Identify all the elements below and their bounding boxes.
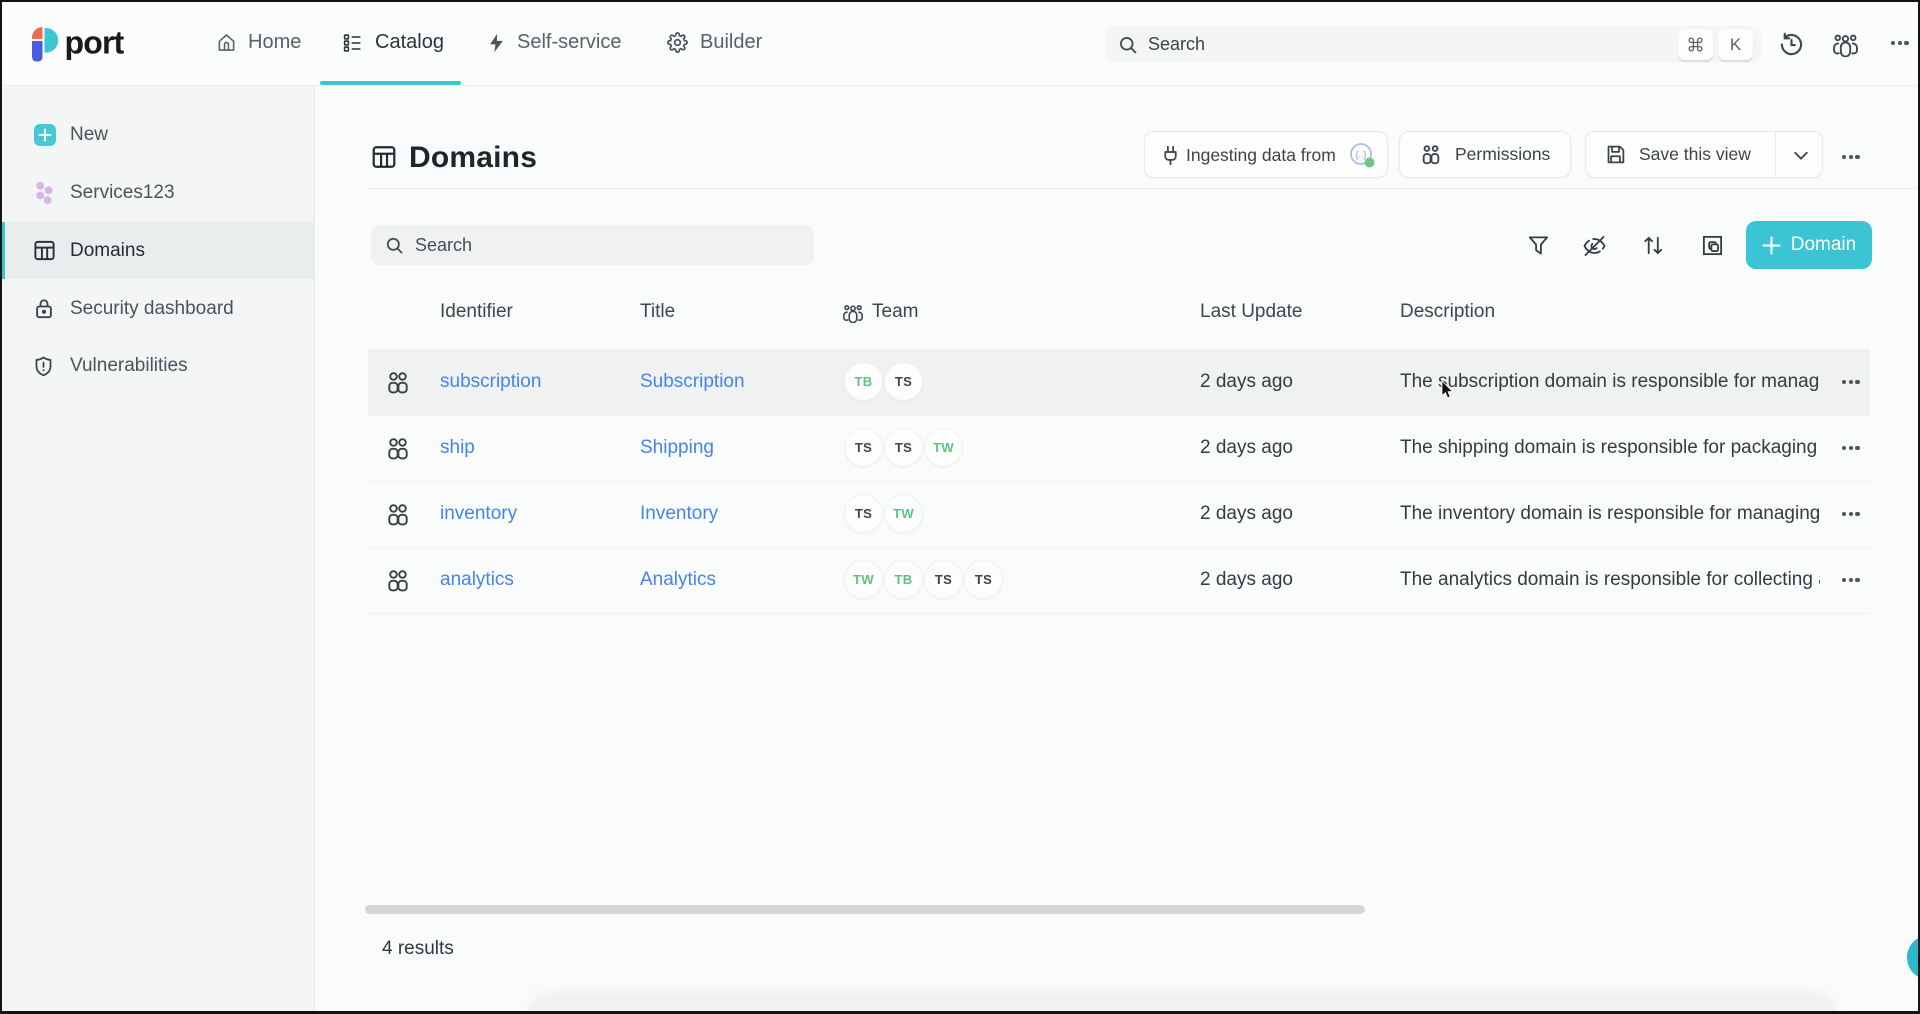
svg-text:{..}: {..} [1355, 150, 1366, 160]
svg-text:port: port [65, 26, 125, 61]
